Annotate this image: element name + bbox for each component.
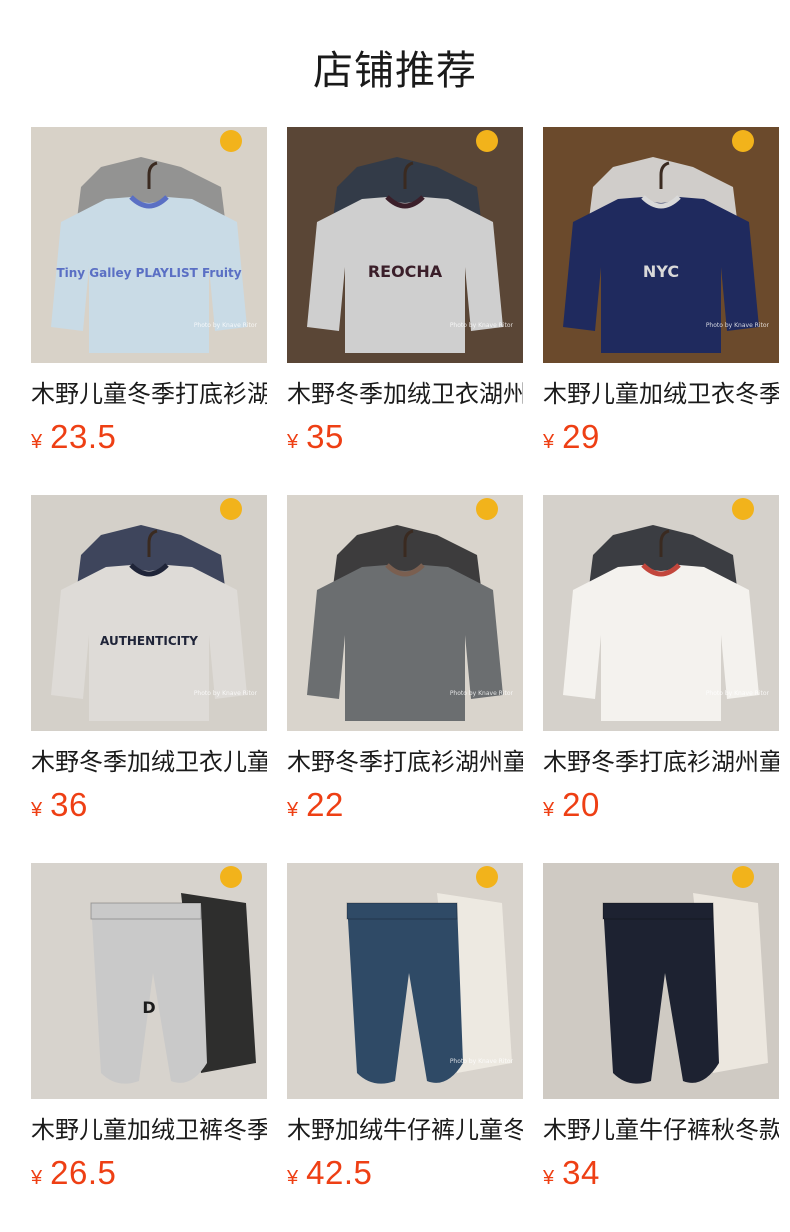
product-card[interactable]: Photo by Knave Ritor 木野冬季打底衫湖州童装 ¥22	[287, 495, 523, 823]
sweatshirt-photo: Photo by Knave Ritor	[543, 495, 779, 731]
currency-symbol: ¥	[543, 799, 555, 821]
price-row: ¥29	[543, 418, 779, 458]
product-name[interactable]: 木野冬季打底衫湖州童装	[287, 746, 523, 778]
photo-watermark: Photo by Knave Ritor	[194, 322, 258, 329]
sweatshirt-photo: Photo by Knave Ritor	[287, 495, 523, 731]
product-card[interactable]: D 木野儿童加绒卫裤冬季童装 ¥26.5	[31, 863, 267, 1191]
price-row: ¥23.5	[31, 418, 267, 458]
price-row: ¥20	[543, 786, 779, 826]
photo-watermark: Photo by Knave Ritor	[450, 322, 514, 329]
product-image[interactable]: Photo by Knave Ritor	[287, 863, 523, 1099]
price-row: ¥35	[287, 418, 523, 458]
pants-photo: Photo by Knave Ritor	[287, 863, 523, 1099]
photo-watermark: Photo by Knave Ritor	[450, 690, 514, 697]
garment-print-text: REOCHA	[368, 262, 443, 281]
product-image[interactable]: AUTHENTICITY Photo by Knave Ritor	[31, 495, 267, 731]
pants-photo	[543, 863, 779, 1099]
currency-symbol: ¥	[31, 431, 43, 453]
product-name[interactable]: 木野儿童加绒卫裤冬季童装	[31, 1114, 267, 1146]
lemon-decor	[476, 498, 498, 520]
pants-photo: D	[31, 863, 267, 1099]
sweatshirt-photo: AUTHENTICITY Photo by Knave Ritor	[31, 495, 267, 731]
product-price: 22	[306, 786, 344, 823]
lemon-decor	[732, 498, 754, 520]
lemon-decor	[476, 130, 498, 152]
product-price: 34	[562, 1154, 600, 1191]
price-row: ¥42.5	[287, 1154, 523, 1194]
product-price: 35	[306, 418, 344, 455]
product-price: 20	[562, 786, 600, 823]
sweatshirt-photo: Tiny Galley PLAYLIST Fruity Photo by Knav…	[31, 127, 267, 363]
product-image[interactable]: NYC Photo by Knave Ritor	[543, 127, 779, 363]
lemon-decor	[220, 130, 242, 152]
price-row: ¥36	[31, 786, 267, 826]
product-grid: Tiny Galley PLAYLIST Fruity Photo by Knav…	[31, 127, 779, 1191]
product-image[interactable]: Photo by Knave Ritor	[287, 495, 523, 731]
product-card[interactable]: NYC Photo by Knave Ritor 木野儿童加绒卫衣冬季童装 ¥29	[543, 127, 779, 455]
photo-watermark: Photo by Knave Ritor	[194, 690, 258, 697]
product-card[interactable]: Photo by Knave Ritor 木野加绒牛仔裤儿童冬季 ¥42.5	[287, 863, 523, 1191]
photo-watermark: Photo by Knave Ritor	[450, 1058, 514, 1065]
product-card[interactable]: REOCHA Photo by Knave Ritor 木野冬季加绒卫衣湖州童装 ¥3…	[287, 127, 523, 455]
product-image[interactable]: Photo by Knave Ritor	[543, 495, 779, 731]
page-title: 店铺推荐	[313, 48, 477, 94]
product-price: 36	[50, 786, 88, 823]
product-price: 23.5	[50, 418, 117, 455]
price-row: ¥26.5	[31, 1154, 267, 1194]
product-image[interactable]: Tiny Galley PLAYLIST Fruity Photo by Knav…	[31, 127, 267, 363]
lemon-decor	[220, 866, 242, 888]
currency-symbol: ¥	[31, 1167, 43, 1189]
currency-symbol: ¥	[543, 431, 555, 453]
product-price: 29	[562, 418, 600, 455]
product-name[interactable]: 木野儿童牛仔裤秋冬款	[543, 1114, 779, 1146]
product-price: 26.5	[50, 1154, 117, 1191]
product-price: 42.5	[306, 1154, 373, 1191]
product-card[interactable]: AUTHENTICITY Photo by Knave Ritor 木野冬季加绒卫衣…	[31, 495, 267, 823]
product-name[interactable]: 木野冬季加绒卫衣湖州童装	[287, 378, 523, 410]
garment-print-text: AUTHENTICITY	[100, 634, 198, 648]
lemon-decor	[732, 130, 754, 152]
price-row: ¥34	[543, 1154, 779, 1194]
product-card[interactable]: Photo by Knave Ritor 木野冬季打底衫湖州童装 ¥20	[543, 495, 779, 823]
photo-watermark: Photo by Knave Ritor	[706, 690, 770, 697]
product-name[interactable]: 木野加绒牛仔裤儿童冬季	[287, 1114, 523, 1146]
price-row: ¥22	[287, 786, 523, 826]
garment-print-text: D	[142, 998, 155, 1017]
product-name[interactable]: 木野儿童冬季打底衫湖州童装	[31, 378, 267, 410]
lemon-decor	[220, 498, 242, 520]
product-image[interactable]: D	[31, 863, 267, 1099]
sweatshirt-photo: REOCHA Photo by Knave Ritor	[287, 127, 523, 363]
sweatshirt-photo: NYC Photo by Knave Ritor	[543, 127, 779, 363]
product-card[interactable]: Tiny Galley PLAYLIST Fruity Photo by Knav…	[31, 127, 267, 455]
store-recommendations-page: 店铺推荐 Tiny Galley PLAYLIST Fruity Photo by…	[0, 0, 790, 1232]
lemon-decor	[732, 866, 754, 888]
currency-symbol: ¥	[31, 799, 43, 821]
garment-print-text: Tiny Galley PLAYLIST Fruity	[56, 266, 241, 280]
product-name[interactable]: 木野冬季加绒卫衣儿童上衣	[31, 746, 267, 778]
product-card[interactable]: 木野儿童牛仔裤秋冬款 ¥34	[543, 863, 779, 1191]
currency-symbol: ¥	[287, 1167, 299, 1189]
product-name[interactable]: 木野冬季打底衫湖州童装	[543, 746, 779, 778]
product-image[interactable]: REOCHA Photo by Knave Ritor	[287, 127, 523, 363]
product-name[interactable]: 木野儿童加绒卫衣冬季童装	[543, 378, 779, 410]
photo-watermark: Photo by Knave Ritor	[706, 322, 770, 329]
lemon-decor	[476, 866, 498, 888]
currency-symbol: ¥	[287, 431, 299, 453]
product-image[interactable]	[543, 863, 779, 1099]
currency-symbol: ¥	[287, 799, 299, 821]
garment-print-text: NYC	[643, 262, 679, 281]
currency-symbol: ¥	[543, 1167, 555, 1189]
